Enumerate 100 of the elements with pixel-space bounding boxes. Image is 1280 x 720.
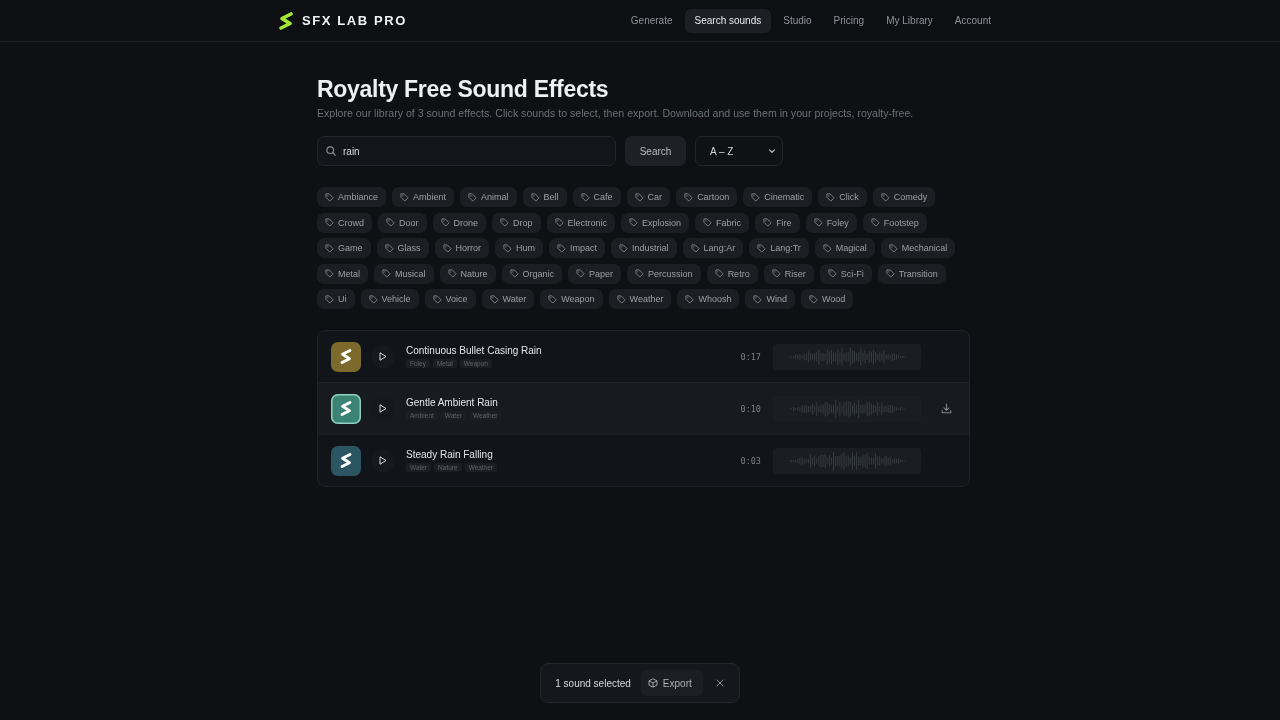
tag-icon	[751, 192, 761, 202]
tag-filter-chip[interactable]: Wind	[745, 289, 795, 309]
tag-filter-chip[interactable]: Horror	[434, 238, 490, 258]
tag-icon	[500, 218, 510, 227]
tag-icon	[616, 294, 626, 304]
tag-icon	[368, 294, 378, 304]
tag-filter-chip[interactable]: Lang:Tr	[749, 238, 809, 258]
chevron-down-icon	[768, 147, 776, 155]
tag-filter-chip[interactable]: Musical	[374, 263, 434, 284]
tag-filter-chip[interactable]: Comedy	[872, 187, 936, 207]
tag-filter-chip[interactable]: Impact	[549, 238, 606, 258]
tag-icon	[714, 269, 724, 278]
nav-link[interactable]: Generate	[620, 8, 683, 33]
tag-filter-chip[interactable]: Cartoon	[676, 187, 738, 207]
play-button[interactable]	[371, 344, 395, 369]
sort-dropdown[interactable]: A – Z	[695, 136, 783, 166]
tag-filter-chip[interactable]: Vehicle	[360, 289, 419, 309]
tag-icon	[384, 243, 394, 253]
tag-filter-chip[interactable]: Percussion	[627, 263, 701, 284]
close-icon	[715, 679, 724, 687]
search-button[interactable]: Search	[625, 136, 686, 166]
tag-filter-chip[interactable]: Industrial	[611, 238, 677, 258]
tag-icon	[530, 192, 540, 202]
tag-icon	[757, 243, 767, 253]
tag-filter-chip[interactable]: Cafe	[572, 187, 621, 207]
play-icon	[379, 404, 387, 413]
tag-filter-chip[interactable]: Foley	[805, 212, 857, 233]
tag-filter-chip[interactable]: Cinematic	[743, 187, 813, 207]
nav-link[interactable]: My Library	[876, 8, 943, 33]
tag-filter-chip[interactable]: Ui	[317, 289, 355, 309]
tag-filter-chip[interactable]: Paper	[568, 263, 622, 284]
tag-filter-chip[interactable]: Bell	[522, 187, 567, 207]
tag-icon	[753, 294, 763, 304]
tag-filter-chip[interactable]: Crowd	[317, 212, 372, 233]
tag-icon	[442, 243, 452, 253]
tag-filter-chip[interactable]: Lang:Ar	[682, 238, 744, 258]
play-button[interactable]	[371, 448, 395, 473]
tag-filter-chip[interactable]: Organic	[501, 263, 563, 284]
tag-filter-chip[interactable]: Ambiance	[317, 187, 387, 207]
tag-icon	[440, 218, 450, 227]
tag-filter-chip[interactable]: Weapon	[540, 289, 603, 309]
tag-filter-chip[interactable]: Door	[378, 212, 427, 233]
tag-filter-chip[interactable]: Retro	[706, 263, 758, 284]
tag-icon	[870, 218, 880, 227]
tag-filter-chip[interactable]: Ambient	[392, 187, 455, 207]
tag-filter-chip[interactable]: Animal	[460, 187, 517, 207]
tag-icon	[432, 294, 442, 304]
tag-filter-chip[interactable]: Electronic	[546, 212, 616, 233]
tag-filter-chip[interactable]: Water	[481, 289, 535, 309]
tag-icon	[880, 192, 890, 202]
nav-link[interactable]: Search sounds	[684, 8, 772, 33]
tag-filter-chip[interactable]: Explosion	[621, 212, 690, 233]
tag-icon	[325, 218, 334, 227]
tag-icon	[629, 218, 639, 227]
tag-filter-chip[interactable]: Click	[818, 187, 867, 207]
tag-icon	[619, 243, 629, 253]
tag-icon	[635, 269, 645, 278]
search-field[interactable]: rain	[317, 136, 616, 166]
nav-link[interactable]: Studio	[773, 8, 822, 33]
tag-filter-chip[interactable]: Sci-Fi	[819, 263, 872, 284]
tag-filter-chip[interactable]: Transition	[877, 263, 946, 284]
tag-icon	[557, 243, 567, 253]
tag-filter-chip[interactable]: Hum	[495, 238, 544, 258]
tag-icon	[489, 294, 499, 304]
tag-filter-chip[interactable]: Fire	[755, 212, 800, 233]
sound-title: Continuous Bullet Casing Rain	[406, 345, 543, 356]
nav-link[interactable]: Account	[944, 8, 1001, 33]
tag-icon	[386, 218, 395, 227]
nav-link[interactable]: Pricing	[823, 8, 875, 33]
tag-icon	[325, 294, 334, 304]
brand-name: SFX LAB PRO	[302, 13, 407, 28]
tag-filter-chip[interactable]: Magical	[814, 238, 875, 258]
tag-filter-chip[interactable]: Wood	[801, 289, 854, 309]
tag-filter-chip[interactable]: Metal	[317, 263, 368, 284]
tag-icon	[509, 269, 519, 278]
tag-icon	[503, 243, 513, 253]
sound-duration: 0:10	[740, 403, 762, 414]
tag-icon	[885, 269, 895, 278]
selection-count: 1 sound selected	[555, 677, 631, 689]
play-icon	[379, 352, 387, 361]
tag-icon	[809, 294, 818, 304]
tag-filter-chip[interactable]: Footstep	[862, 212, 927, 233]
tag-filter-chip[interactable]: Nature	[439, 263, 496, 284]
tag-icon	[703, 218, 713, 227]
play-icon	[379, 456, 387, 465]
tag-filter-chip[interactable]: Whoosh	[677, 289, 740, 309]
tag-icon	[826, 192, 836, 202]
tag-filter-chip[interactable]: Drone	[432, 212, 487, 233]
tag-filter-chip[interactable]: Fabric	[695, 212, 750, 233]
tag-filter-chip[interactable]: Drop	[492, 212, 541, 233]
sound-title: Steady Rain Falling	[406, 449, 494, 460]
tag-filter-chip[interactable]: Voice	[424, 289, 476, 309]
tag-filter-chip[interactable]: Game	[317, 238, 371, 258]
tag-filter-chip[interactable]: Riser	[763, 263, 814, 284]
tag-filter-chip[interactable]: Car	[626, 187, 671, 207]
tag-filter-chip[interactable]: Glass	[376, 238, 429, 258]
export-button[interactable]: Export	[640, 670, 703, 696]
tag-filter-chip[interactable]: Mechanical	[880, 238, 956, 258]
tag-icon	[325, 269, 334, 278]
tag-filter-chip[interactable]: Weather	[608, 289, 672, 309]
